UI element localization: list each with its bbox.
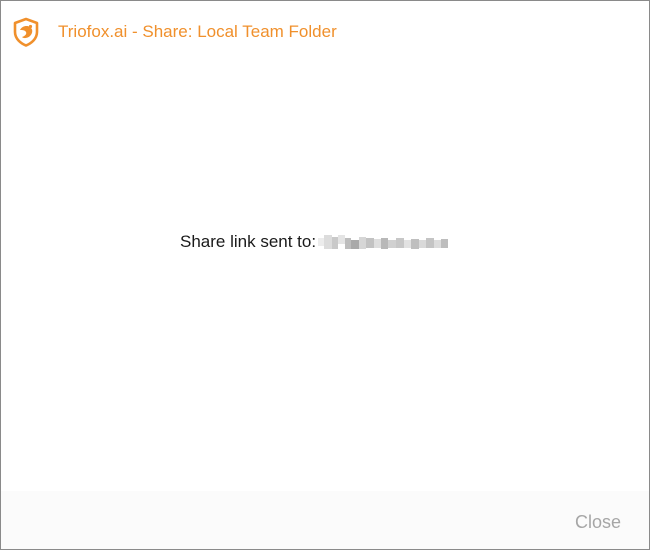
window-title: Triofox.ai - Share: Local Team Folder [58,22,337,41]
share-status-label: Share link sent to: [180,232,317,251]
share-status-message: Share link sent to: [180,231,449,253]
redacted-recipient-email [318,235,449,249]
share-dialog-window: Triofox.ai - Share: Local Team Folder Sh… [0,0,650,550]
dialog-content: Share link sent to: [1,61,649,491]
close-button[interactable]: Close [575,511,621,533]
dialog-footer: Close [1,491,649,549]
triofox-shield-icon [12,17,40,47]
title-bar: Triofox.ai - Share: Local Team Folder [1,1,649,61]
